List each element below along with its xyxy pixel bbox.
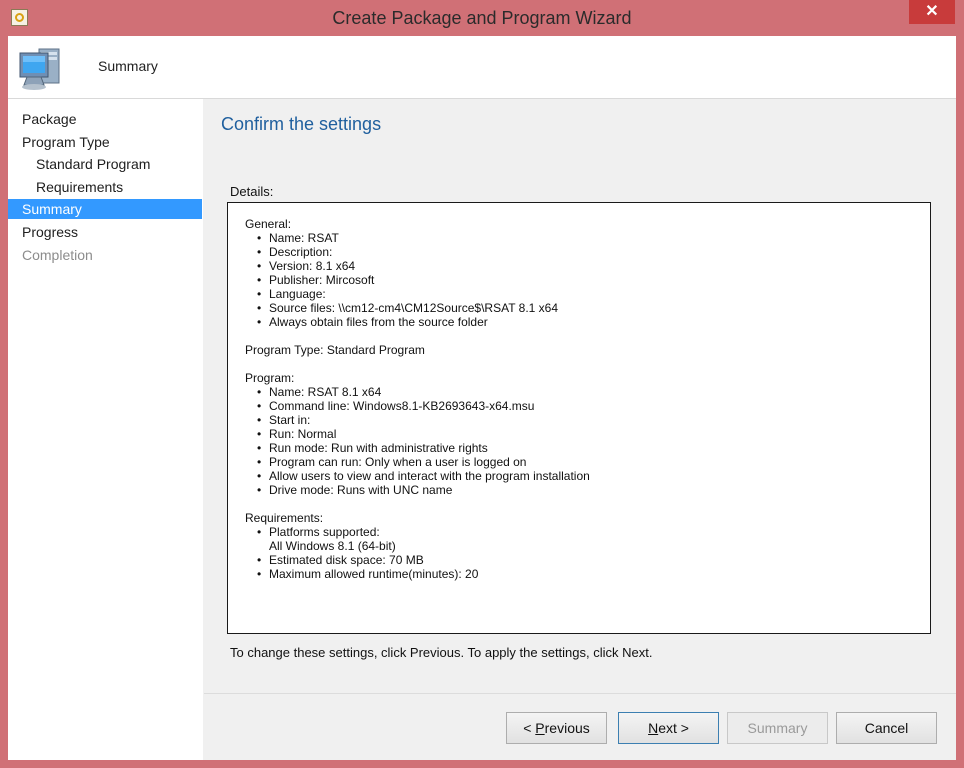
list-item: • Source files: \\cm12-cm4\CM12Source$\RS… xyxy=(257,301,559,315)
list-item: • Allow users to view and interact with t… xyxy=(257,469,590,483)
sidebar-item-summary[interactable]: Summary xyxy=(8,199,202,219)
list-item: • Command line: Windows8.1-KB2693643-x64.… xyxy=(257,399,535,413)
section-heading: Confirm the settings xyxy=(221,114,382,134)
sidebar-item-requirements[interactable]: Requirements xyxy=(8,177,202,197)
next-button[interactable]: Next > xyxy=(618,712,719,744)
requirements-list: • Platforms supported: All Windows 8.1 (64… xyxy=(245,525,930,581)
wizard-footer: < Previous Next > Summary Cancel xyxy=(204,693,956,760)
title-bar[interactable]: Create Package and Program Wizard ✕ xyxy=(0,0,964,36)
cancel-button[interactable]: Cancel xyxy=(836,712,937,744)
list-item: • Run mode: Run with administrative right… xyxy=(257,441,488,455)
list-item: • Version: 8.1 x64 xyxy=(257,259,356,273)
program-type-line: Program Type: Standard Program xyxy=(245,343,425,357)
list-item: • Always obtain files from the source fol… xyxy=(257,315,488,329)
computer-icon xyxy=(19,48,60,90)
sidebar-item-package[interactable]: Package xyxy=(8,109,202,129)
summary-button: Summary xyxy=(727,712,828,744)
wizard-client-area: Summary Package Program Type Standard Pr… xyxy=(8,36,956,760)
change-hint: To change these settings, click Previous… xyxy=(230,645,653,660)
list-item: • Program can run: Only when a user is lo… xyxy=(257,455,527,469)
list-item: • Publisher: Mircosoft xyxy=(257,273,375,287)
sidebar-item-program-type[interactable]: Program Type xyxy=(8,132,202,152)
list-item: • Platforms supported: All Windows 8.1 (64… xyxy=(257,525,396,553)
list-item: • Maximum allowed runtime(minutes): 20 xyxy=(257,567,479,581)
close-button[interactable]: ✕ xyxy=(909,0,955,24)
list-item: • Description: xyxy=(257,245,333,259)
list-item: • Name: RSAT 8.1 x64 xyxy=(257,385,382,399)
page-title: Summary xyxy=(98,58,158,74)
list-item: • Estimated disk space: 70 MB xyxy=(257,553,424,567)
window-title: Create Package and Program Wizard xyxy=(332,8,632,28)
sidebar-item-progress[interactable]: Progress xyxy=(8,222,202,242)
list-item: • Run: Normal xyxy=(257,427,337,441)
general-heading: General: xyxy=(245,217,292,231)
wizard-window: Create Package and Program Wizard ✕ Summ… xyxy=(0,0,964,768)
previous-button[interactable]: < Previous xyxy=(506,712,607,744)
list-item: • Drive mode: Runs with UNC name xyxy=(257,483,453,497)
details-textbox[interactable]: General: • Name: RSAT • Description: • Vers… xyxy=(227,202,931,634)
summary-panel: Confirm the settings Details: General: •… xyxy=(204,99,956,693)
sidebar-item-standard-program[interactable]: Standard Program xyxy=(8,154,202,174)
program-heading: Program: xyxy=(245,371,295,385)
sidebar-item-completion: Completion xyxy=(22,247,93,263)
general-list: • Name: RSAT • Description: • Version: 8.1 … xyxy=(245,231,930,329)
list-item: • Language: xyxy=(257,287,326,301)
list-item: • Name: RSAT xyxy=(257,231,339,245)
requirements-heading: Requirements: xyxy=(245,511,324,525)
program-list: • Name: RSAT 8.1 x64 • Command line: Windo… xyxy=(245,385,930,497)
wizard-steps-sidebar: Package Program Type Standard Program Re… xyxy=(8,99,203,760)
details-label: Details: xyxy=(230,184,274,199)
wizard-header: Summary xyxy=(8,36,956,98)
list-item: • Start in: xyxy=(257,413,311,427)
